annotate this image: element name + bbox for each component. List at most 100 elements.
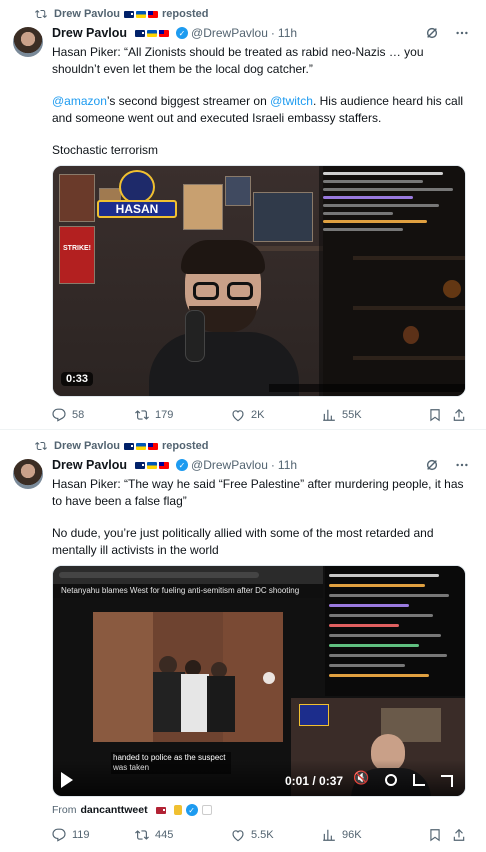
view-count: 96K <box>342 829 362 841</box>
flag-emojis <box>155 806 166 814</box>
post-paragraph: @amazon’s second biggest streamer on @tw… <box>52 93 472 126</box>
like-button[interactable]: 5.5K <box>231 828 274 842</box>
post-text: Hasan Piker: “The way he said “Free Pale… <box>52 476 472 558</box>
grok-icon[interactable] <box>424 25 440 41</box>
author-name[interactable]: Drew Pavlou <box>52 26 127 40</box>
repost-icon <box>135 830 149 840</box>
framed-photo <box>253 192 313 242</box>
play-icon[interactable] <box>61 772 73 788</box>
mention-link[interactable]: @amazon <box>52 94 107 108</box>
repost-indicator: Drew Pavlou reposted <box>34 6 209 22</box>
verified-badge-icon: ✓ <box>185 804 198 816</box>
author-name[interactable]: Drew Pavlou <box>52 458 127 472</box>
verified-badge-icon: ✓ <box>176 27 189 39</box>
flag-emojis <box>135 461 170 469</box>
like-count: 2K <box>251 409 265 421</box>
bookmark-icon <box>430 829 440 842</box>
repost-count: 445 <box>155 829 174 841</box>
embedded-browser-bar <box>53 566 323 584</box>
analytics-icon <box>323 829 335 841</box>
share-icon <box>453 408 465 421</box>
analytics-icon <box>323 409 335 421</box>
reply-count: 58 <box>72 409 85 421</box>
post-top-actions <box>424 25 470 41</box>
reply-icon <box>52 408 66 422</box>
post-1[interactable]: Drew Pavlou reposted Drew Pavlou ✓ @Drew… <box>0 0 486 430</box>
heart-icon <box>232 410 244 422</box>
reposter-name[interactable]: Drew Pavlou <box>54 8 120 20</box>
avatar[interactable] <box>13 27 43 57</box>
streamer <box>149 240 299 396</box>
embedded-video-title: Netanyahu blames West for fueling anti-s… <box>53 584 323 598</box>
reposted-label: reposted <box>162 8 209 20</box>
heart-icon <box>232 830 244 842</box>
repost-button[interactable]: 179 <box>135 408 173 422</box>
post-paragraph: No dude, you’re just politically allied … <box>52 526 434 557</box>
repost-count: 179 <box>155 409 174 421</box>
video-player[interactable]: Netanyahu blames West for fueling anti-s… <box>52 565 466 797</box>
author-handle[interactable]: @DrewPavlou <box>191 458 268 472</box>
views-button[interactable]: 55K <box>322 408 362 422</box>
share-button[interactable] <box>452 828 466 842</box>
share-button[interactable] <box>452 408 466 422</box>
avatar[interactable] <box>13 459 43 489</box>
repost-button[interactable]: 445 <box>135 828 173 842</box>
poster <box>59 174 95 222</box>
flag-emojis <box>135 29 170 37</box>
view-count: 55K <box>342 409 362 421</box>
bookmark-button[interactable] <box>428 828 442 842</box>
post-top-actions <box>424 457 470 473</box>
framed-photo <box>183 184 223 230</box>
post-header: Drew Pavlou ✓ @DrewPavlou · 11h <box>52 24 297 42</box>
flag-emojis <box>124 442 159 450</box>
reply-count: 119 <box>72 829 90 841</box>
stream-chat-overlay <box>325 566 465 696</box>
repost-icon <box>35 9 47 19</box>
reposter-name[interactable]: Drew Pavlou <box>54 440 120 452</box>
reposted-label: reposted <box>162 440 209 452</box>
verified-badge-icon: ✓ <box>176 459 189 471</box>
post-text: Hasan Piker: “All Zionists should be tre… <box>52 44 472 159</box>
post-time[interactable]: 11h <box>278 458 297 472</box>
more-options-icon[interactable] <box>454 25 470 41</box>
from-user-link[interactable]: dancanttweet <box>81 804 148 816</box>
from-label: From <box>52 804 77 816</box>
grok-icon[interactable] <box>424 457 440 473</box>
repost-icon <box>35 441 47 451</box>
news-video-frame <box>93 612 283 742</box>
player-controls <box>53 760 465 796</box>
views-button[interactable]: 96K <box>322 828 362 842</box>
post-paragraph: Hasan Piker: “The way he said “Free Pale… <box>52 477 464 508</box>
repost-icon <box>135 410 149 420</box>
mute-icon[interactable]: 🔇 <box>353 770 369 786</box>
action-bar: 119 445 5.5K 96K <box>52 826 466 844</box>
strike-poster: STRIKE! <box>59 226 95 284</box>
post-time[interactable]: 11h <box>278 26 297 40</box>
ribbon-icon <box>173 805 182 815</box>
post-paragraph: Hasan Piker: “All Zionists should be tre… <box>52 45 424 76</box>
video-timestamp: 0:01 / 0:37 <box>285 774 344 788</box>
post-header: Drew Pavlou ✓ @DrewPavlou · 11h <box>52 456 297 474</box>
hasan-logo: HASAN <box>97 170 177 226</box>
video-duration: 0:33 <box>61 372 94 386</box>
share-icon <box>453 828 465 841</box>
bookmark-icon <box>430 409 440 422</box>
reply-button[interactable]: 119 <box>52 828 90 842</box>
settings-gear-icon[interactable] <box>385 774 397 786</box>
author-handle[interactable]: @DrewPavlou <box>191 26 268 40</box>
flag-emojis <box>124 10 159 18</box>
fullscreen-icon[interactable] <box>441 775 453 787</box>
mention-link[interactable]: @twitch <box>270 94 313 108</box>
like-count: 5.5K <box>251 829 274 841</box>
picture-in-picture-icon[interactable] <box>413 774 425 786</box>
video-player[interactable]: STRIKE! HASAN 0:33 <box>52 165 466 397</box>
stream-chat-overlay <box>319 166 465 396</box>
from-attribution: From dancanttweet ✓ <box>52 804 212 816</box>
more-options-icon[interactable] <box>454 457 470 473</box>
separator-dot: · <box>270 26 275 40</box>
post-paragraph: Stochastic terrorism <box>52 143 159 157</box>
bookmark-button[interactable] <box>428 408 442 422</box>
reply-button[interactable]: 58 <box>52 408 84 422</box>
like-button[interactable]: 2K <box>231 408 264 422</box>
action-bar: 58 179 2K 55K <box>52 406 466 424</box>
